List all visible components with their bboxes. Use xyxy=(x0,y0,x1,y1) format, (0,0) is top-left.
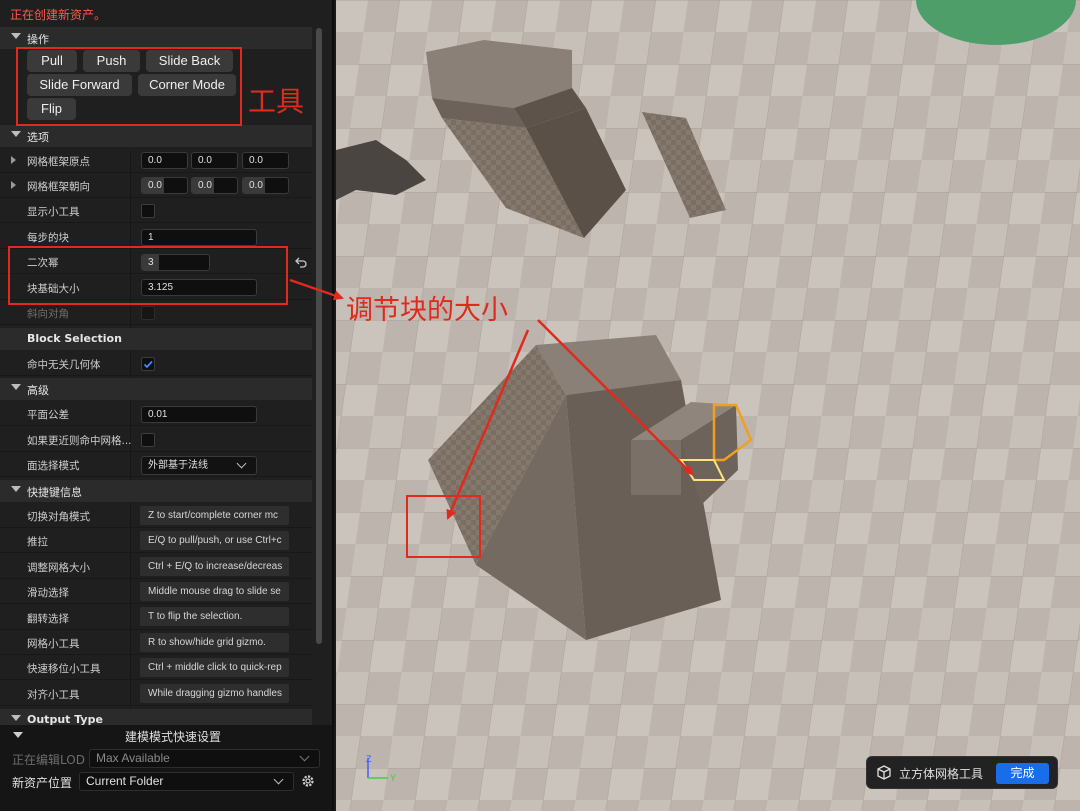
arrow-to-label xyxy=(289,278,344,301)
arrow-to-large-block xyxy=(446,329,530,520)
arrow-to-small-block xyxy=(537,319,694,476)
annotation-arrows xyxy=(289,278,694,520)
